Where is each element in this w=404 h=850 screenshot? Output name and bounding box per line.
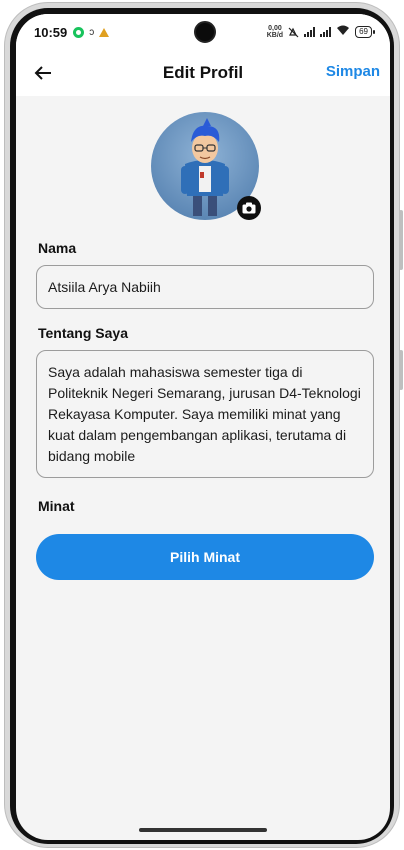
- screen: 10:59 ↄ 0,00 KB/d 69 Edit Profil Simpan …: [16, 14, 390, 840]
- mute-icon: [288, 27, 299, 37]
- about-field[interactable]: Saya adalah mahasiswa semester tiga di P…: [36, 350, 374, 478]
- network-speed-value: 0,00: [268, 25, 282, 32]
- network-speed-unit: KB/d: [266, 32, 284, 39]
- status-right-icons: 0,00 KB/d 69: [267, 25, 375, 39]
- front-camera: [194, 21, 216, 43]
- interest-label: Minat: [38, 498, 75, 514]
- network-speed: 0,00 KB/d: [267, 25, 283, 39]
- camera-icon: [242, 202, 256, 214]
- avatar-container[interactable]: [151, 112, 261, 220]
- volume-button: [399, 210, 403, 270]
- whatsapp-icon: [73, 26, 85, 38]
- choose-interest-button[interactable]: Pilih Minat: [36, 534, 374, 580]
- nfc-icon: ↄ: [89, 26, 95, 38]
- change-photo-button[interactable]: [237, 196, 261, 220]
- arrow-left-icon: [34, 66, 51, 80]
- status-bar: 10:59 ↄ 0,00 KB/d 69: [16, 14, 390, 50]
- signal-icon: [304, 27, 316, 37]
- signal-icon-2: [320, 27, 332, 37]
- name-label: Nama: [38, 240, 77, 256]
- name-field[interactable]: Atsiila Arya Nabiih: [36, 265, 374, 309]
- about-label: Tentang Saya: [38, 325, 128, 341]
- power-button: [399, 350, 403, 390]
- status-left-icons: ↄ: [73, 26, 110, 38]
- app-bar: Edit Profil Simpan: [16, 50, 390, 96]
- battery-icon: 69: [355, 26, 375, 38]
- status-time: 10:59: [34, 24, 68, 40]
- drive-icon: [99, 27, 110, 37]
- back-button[interactable]: [30, 60, 56, 86]
- home-indicator[interactable]: [139, 828, 267, 832]
- wifi-icon: [336, 25, 350, 39]
- save-button[interactable]: Simpan: [326, 63, 380, 80]
